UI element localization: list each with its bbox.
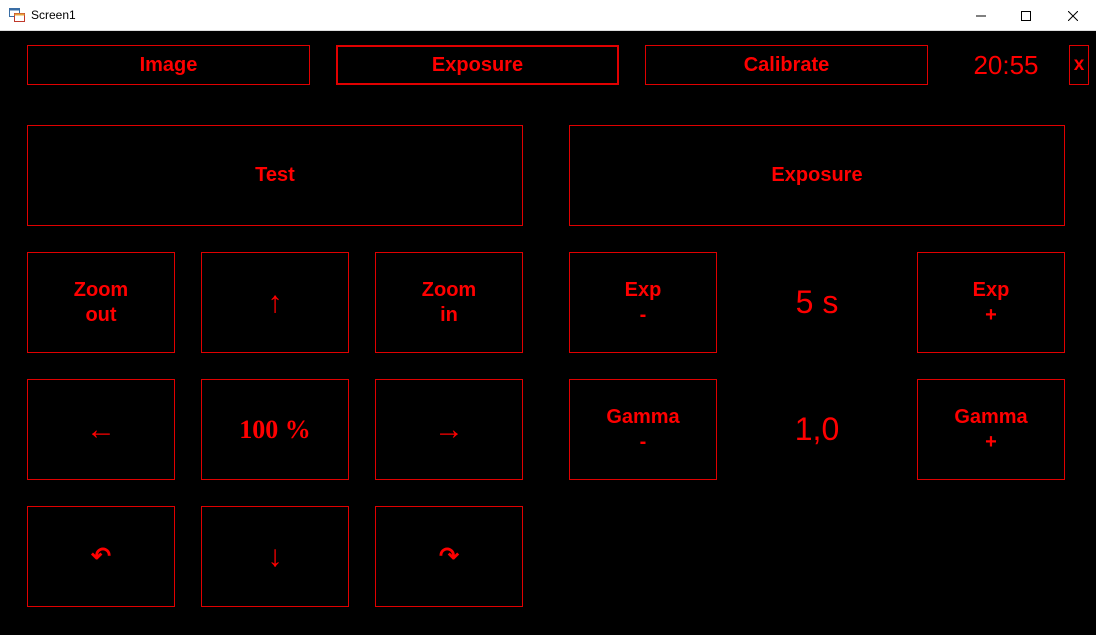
gamma-plus-label-line2: + [985,430,997,453]
rotate-right-button[interactable]: ↷ [375,506,523,607]
zoom-in-label-line1: Zoom [421,278,477,301]
exp-plus-label-line1: Exp [972,278,1010,301]
exp-plus-label-line2: + [985,303,997,326]
main-panel: Image Exposure Calibrate 20:55 x Test Zo… [1,31,1095,634]
zoom-reset-button[interactable]: 100 % [201,379,349,480]
maximize-icon [1021,10,1031,21]
rotate-left-icon: ↶ [90,543,112,570]
move-up-button[interactable]: ↑ [201,252,349,353]
exposure-value: 5 s [795,284,839,320]
gamma-value: 1,0 [794,411,840,447]
zoom-in-label-line2: in [440,303,458,326]
clock: 20:55 [973,49,1039,80]
exp-minus-label-line2: - [639,303,647,326]
window-title: Screen1 [31,8,76,22]
maximize-button[interactable] [1003,0,1049,31]
exp-plus-button[interactable]: Exp + [917,252,1065,353]
arrow-down-icon: ↓ [267,539,283,573]
close-icon [1068,10,1078,21]
arrow-left-icon: ← [86,412,116,446]
rotate-right-icon: ↷ [438,543,460,570]
zoom-out-label-line2: out [85,303,117,326]
zoom-out-label-line1: Zoom [73,278,129,301]
test-button[interactable]: Test [27,125,523,226]
exp-minus-label-line1: Exp [624,278,662,301]
arrow-right-icon: → [434,412,464,446]
arrow-up-icon: ↑ [267,285,283,319]
app-icon [9,8,25,22]
gamma-minus-label-line2: - [639,430,647,453]
gamma-plus-button[interactable]: Gamma + [917,379,1065,480]
exposure-button[interactable]: Exposure [569,125,1065,226]
minimize-icon [976,15,986,16]
gamma-minus-label-line1: Gamma [606,405,680,428]
tab-exposure[interactable]: Exposure [336,45,619,85]
app-close-button[interactable]: x [1069,45,1089,85]
window-close-button[interactable] [1050,0,1096,31]
exp-minus-button[interactable]: Exp - [569,252,717,353]
gamma-plus-label-line1: Gamma [954,405,1028,428]
rotate-left-button[interactable]: ↶ [27,506,175,607]
tab-calibrate[interactable]: Calibrate [645,45,928,85]
tab-image[interactable]: Image [27,45,310,85]
move-down-button[interactable]: ↓ [201,506,349,607]
gamma-minus-button[interactable]: Gamma - [569,379,717,480]
minimize-button[interactable] [958,0,1004,31]
move-right-button[interactable]: → [375,379,523,480]
move-left-button[interactable]: ← [27,379,175,480]
zoom-level-label: 100 % [239,414,311,444]
zoom-out-button[interactable]: Zoom out [27,252,175,353]
zoom-in-button[interactable]: Zoom in [375,252,523,353]
window-titlebar: Screen1 [0,0,1096,31]
